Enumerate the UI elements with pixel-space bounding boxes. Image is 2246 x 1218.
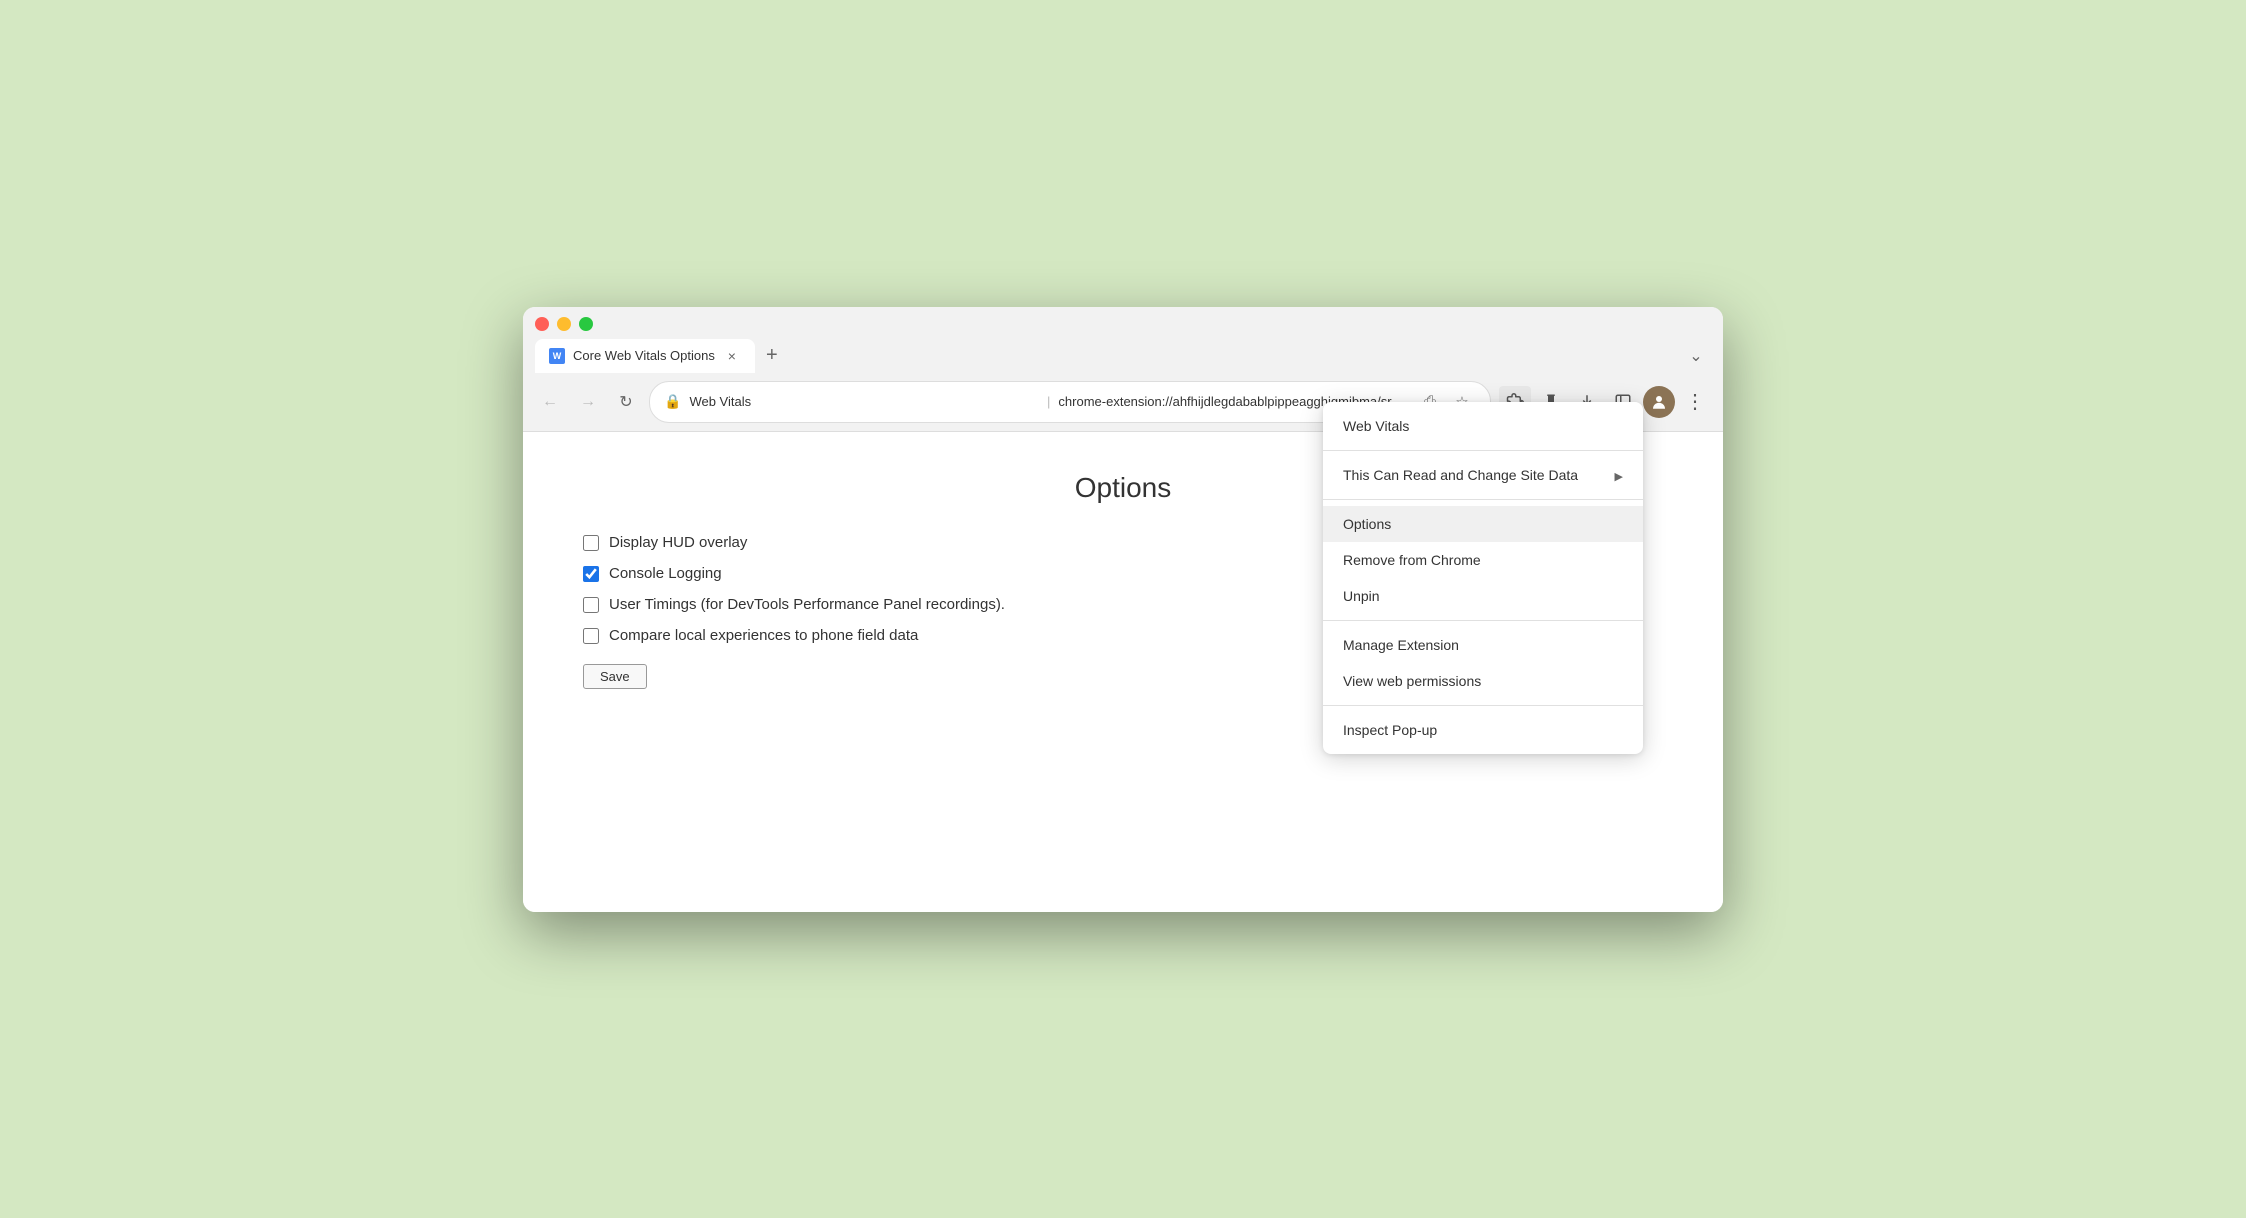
menu-item-permissions[interactable]: View web permissions xyxy=(1323,663,1643,699)
save-button[interactable]: Save xyxy=(583,664,647,689)
back-button[interactable]: ← xyxy=(535,387,565,417)
checkbox-timings[interactable] xyxy=(583,597,599,613)
label-compare: Compare local experiences to phone field… xyxy=(609,627,918,644)
menu-item-inspect[interactable]: Inspect Pop-up xyxy=(1323,712,1643,748)
menu-item-unpin[interactable]: Unpin xyxy=(1323,578,1643,614)
browser-window: W Core Web Vitals Options × + ⌄ ← → ↻ 🔒 … xyxy=(523,307,1723,912)
menu-item-options[interactable]: Options xyxy=(1323,506,1643,542)
menu-divider-3 xyxy=(1323,620,1643,621)
label-timings: User Timings (for DevTools Performance P… xyxy=(609,596,1005,613)
context-menu: Web Vitals This Can Read and Change Site… xyxy=(1323,402,1643,754)
menu-divider-4 xyxy=(1323,705,1643,706)
checkbox-console[interactable] xyxy=(583,566,599,582)
menu-divider-2 xyxy=(1323,499,1643,500)
traffic-lights xyxy=(535,317,1711,331)
tab-label: Core Web Vitals Options xyxy=(573,348,715,363)
menu-item-manage[interactable]: Manage Extension xyxy=(1323,627,1643,663)
menu-divider-1 xyxy=(1323,450,1643,451)
title-bar: W Core Web Vitals Options × + ⌄ xyxy=(523,307,1723,373)
more-button[interactable]: ⋮ xyxy=(1679,386,1711,418)
new-tab-button[interactable]: + xyxy=(757,341,787,371)
forward-button[interactable]: → xyxy=(573,387,603,417)
menu-item-arrow-icon xyxy=(1615,467,1623,483)
menu-item-remove[interactable]: Remove from Chrome xyxy=(1323,542,1643,578)
address-separator: | xyxy=(1047,394,1050,409)
tab-close-button[interactable]: × xyxy=(723,347,741,365)
reload-button[interactable]: ↻ xyxy=(611,387,641,417)
address-site-name: Web Vitals xyxy=(689,394,1039,409)
tabs-row: W Core Web Vitals Options × + ⌄ xyxy=(535,339,1711,373)
active-tab[interactable]: W Core Web Vitals Options × xyxy=(535,339,755,373)
menu-item-web-vitals[interactable]: Web Vitals xyxy=(1323,408,1643,444)
close-button[interactable] xyxy=(535,317,549,331)
checkbox-hud[interactable] xyxy=(583,535,599,551)
label-console: Console Logging xyxy=(609,565,722,582)
address-security-icon: 🔒 xyxy=(664,393,681,410)
menu-item-site-data[interactable]: This Can Read and Change Site Data xyxy=(1323,457,1643,493)
label-hud: Display HUD overlay xyxy=(609,534,747,551)
tab-dropdown-button[interactable]: ⌄ xyxy=(1681,341,1711,371)
profile-button[interactable] xyxy=(1643,386,1675,418)
tab-favicon: W xyxy=(549,348,565,364)
checkbox-compare[interactable] xyxy=(583,628,599,644)
minimize-button[interactable] xyxy=(557,317,571,331)
maximize-button[interactable] xyxy=(579,317,593,331)
